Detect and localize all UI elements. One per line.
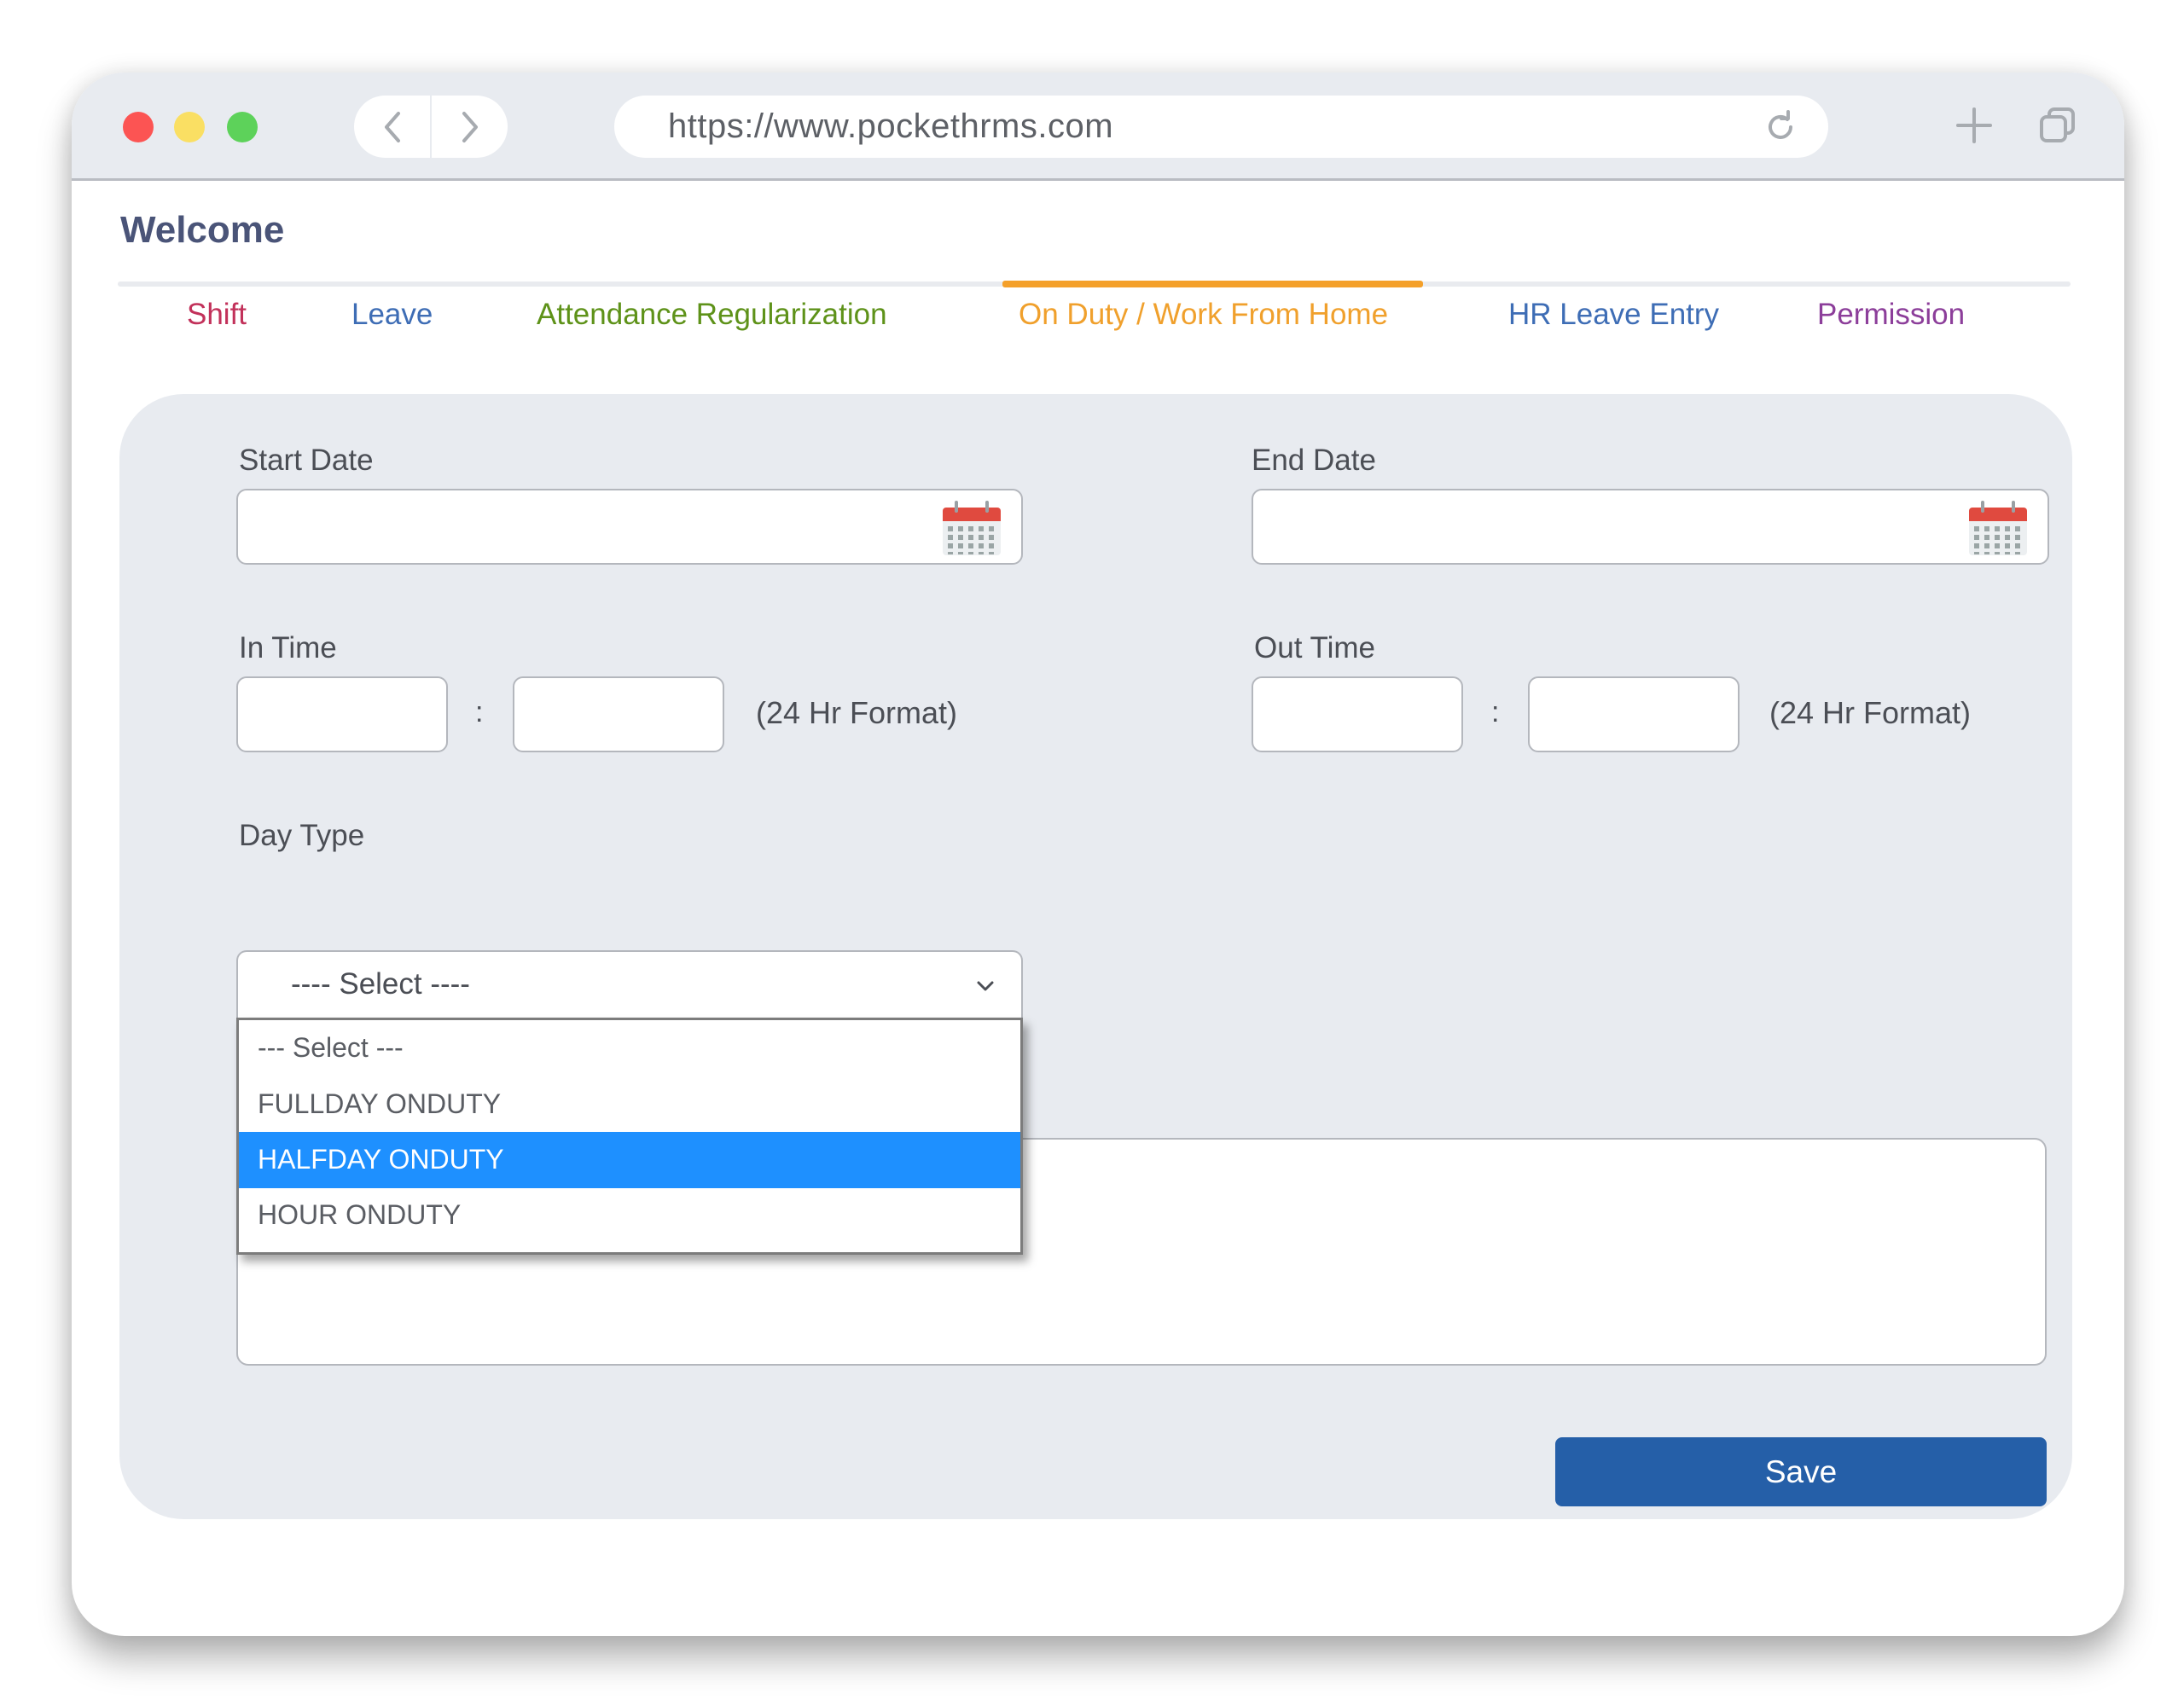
start-date-label: Start Date (239, 444, 374, 477)
url-text[interactable]: https://www.pockethrms.com (668, 107, 1113, 146)
save-button[interactable]: Save (1555, 1437, 2047, 1506)
page-title: Welcome (120, 209, 285, 251)
active-tab-indicator (1002, 281, 1423, 287)
end-date-input[interactable] (1252, 489, 2049, 565)
address-bar[interactable]: https://www.pockethrms.com (614, 96, 1828, 158)
tab-leave[interactable]: Leave (351, 298, 433, 332)
tab-attendance-regularization[interactable]: Attendance Regularization (537, 298, 887, 332)
day-type-selected-value: ---- Select ---- (291, 967, 470, 1001)
maximize-window-button[interactable] (227, 112, 258, 142)
navigation-buttons (354, 96, 508, 158)
tab-on-duty-work-from-home[interactable]: On Duty / Work From Home (1019, 298, 1388, 332)
forward-button[interactable] (432, 96, 508, 158)
out-time-label: Out Time (1254, 631, 1375, 664)
in-time-hours-input[interactable] (236, 676, 448, 752)
out-time-separator: : (1491, 696, 1500, 728)
plus-icon[interactable] (1955, 107, 1993, 144)
minimize-window-button[interactable] (174, 112, 205, 142)
close-window-button[interactable] (123, 112, 154, 142)
calendar-icon[interactable] (941, 499, 1002, 557)
chevron-right-icon (462, 111, 478, 142)
chevron-down-icon (977, 981, 994, 991)
tabs-overview-icon[interactable] (2039, 107, 2077, 144)
day-type-option-halfday[interactable]: HALFDAY ONDUTY (239, 1132, 1020, 1188)
reload-icon[interactable] (1763, 110, 1798, 144)
start-date-input[interactable] (236, 489, 1023, 565)
day-type-label: Day Type (239, 819, 365, 852)
day-type-select[interactable]: ---- Select ---- (236, 950, 1023, 1020)
tab-permission[interactable]: Permission (1817, 298, 1965, 332)
day-type-dropdown-list: --- Select --- FULLDAY ONDUTY HALFDAY ON… (236, 1018, 1023, 1255)
browser-window: https://www.pockethrms.com Welcome Shift… (72, 73, 2124, 1636)
end-date-label: End Date (1252, 444, 1376, 477)
chevron-left-icon (384, 111, 400, 142)
out-time-minutes-input[interactable] (1528, 676, 1740, 752)
out-time-format-hint: (24 Hr Format) (1769, 695, 1972, 730)
day-type-option-hour[interactable]: HOUR ONDUTY (239, 1187, 1020, 1244)
tab-shift[interactable]: Shift (187, 298, 247, 332)
browser-titlebar: https://www.pockethrms.com (72, 73, 2124, 181)
tab-hr-leave-entry[interactable]: HR Leave Entry (1508, 298, 1719, 332)
day-type-option-fullday[interactable]: FULLDAY ONDUTY (239, 1076, 1020, 1133)
in-time-separator: : (475, 696, 484, 728)
in-time-format-hint: (24 Hr Format) (756, 695, 958, 730)
day-type-option-select[interactable]: --- Select --- (239, 1020, 1020, 1076)
on-duty-form-panel: Start Date End Date In Time: (24 Hr For… (119, 394, 2072, 1519)
calendar-icon[interactable] (1967, 499, 2029, 557)
in-time-minutes-input[interactable] (513, 676, 724, 752)
out-time-hours-input[interactable] (1252, 676, 1463, 752)
back-button[interactable] (354, 96, 432, 158)
in-time-label: In Time (239, 631, 337, 664)
